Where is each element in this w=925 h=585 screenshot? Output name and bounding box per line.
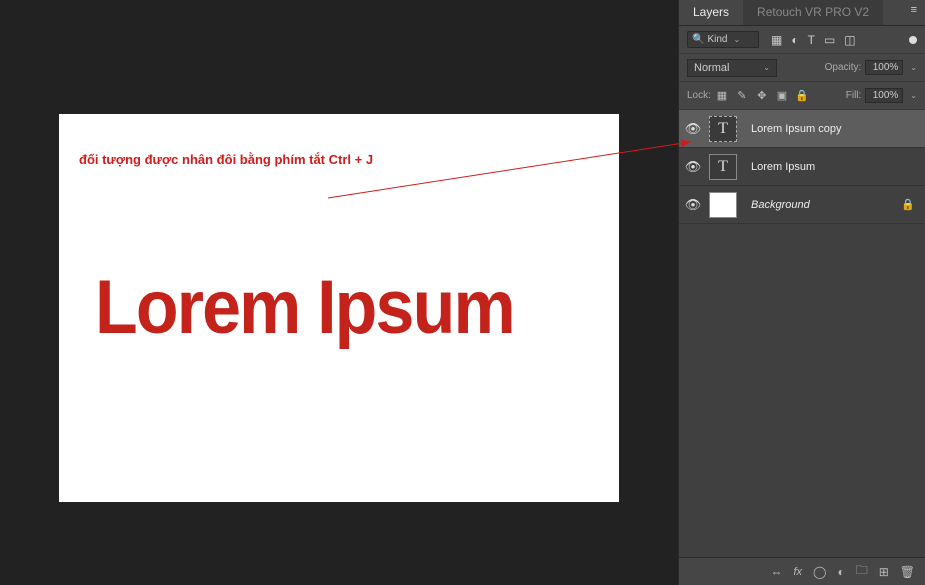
filter-row: 🔍 Kind ⌄ ▦ ◐ T ▭ ◫ — [679, 26, 925, 54]
filter-smart-icon[interactable]: ◫ — [844, 33, 855, 47]
layer-thumbnail[interactable]: T — [709, 154, 737, 180]
delete-icon[interactable]: 🗑 — [900, 565, 915, 579]
layer-item[interactable]: 👁 Background 🔒 — [679, 186, 925, 224]
group-icon[interactable]: 🗀 — [856, 561, 868, 582]
blend-mode-select[interactable]: Normal ⌄ — [687, 59, 777, 77]
fill-input[interactable]: 100% — [865, 88, 903, 103]
filter-toggle[interactable] — [909, 36, 917, 44]
lock-transparency-icon[interactable]: ▦ — [715, 89, 729, 102]
layers-list: 👁 T Lorem Ipsum copy 👁 T Lorem Ipsum 👁 B… — [679, 110, 925, 557]
layer-name[interactable]: Background — [751, 199, 810, 211]
chevron-down-icon: ⌄ — [733, 35, 740, 44]
layers-panel: Layers Retouch VR PRO V2 ≡ 🔍 Kind ⌄ ▦ ◐ … — [678, 0, 925, 585]
search-icon: 🔍 — [692, 34, 704, 45]
blend-row: Normal ⌄ Opacity: 100% ⌄ — [679, 54, 925, 82]
lock-artboard-icon[interactable]: ▣ — [775, 89, 789, 102]
type-icon: T — [718, 158, 728, 176]
chevron-down-icon: ⌄ — [763, 63, 770, 72]
layer-thumbnail[interactable] — [709, 192, 737, 218]
filter-type-icon[interactable]: T — [808, 33, 815, 47]
chevron-down-icon[interactable]: ⌄ — [910, 91, 917, 100]
layer-name[interactable]: Lorem Ipsum copy — [751, 123, 841, 135]
adjustment-icon[interactable]: ◐ — [837, 565, 844, 579]
text-layer-content[interactable]: Lorem Ipsum — [95, 264, 514, 351]
panel-menu-icon[interactable]: ≡ — [903, 0, 925, 25]
new-layer-icon[interactable]: ⊞ — [879, 565, 889, 579]
link-layers-icon[interactable]: ⇔ — [770, 565, 782, 579]
lock-label: Lock: — [687, 90, 711, 101]
opacity-label: Opacity: — [825, 62, 862, 73]
fx-icon[interactable]: fx — [793, 566, 802, 578]
layer-item[interactable]: 👁 T Lorem Ipsum — [679, 148, 925, 186]
filter-pixel-icon[interactable]: ▦ — [771, 33, 782, 47]
visibility-toggle[interactable]: 👁 — [683, 159, 703, 175]
workspace: đối tượng được nhân đôi bằng phím tắt Ct… — [0, 0, 678, 585]
filter-adjust-icon[interactable]: ◐ — [791, 33, 798, 47]
tutorial-annotation: đối tượng được nhân đôi bằng phím tắt Ct… — [79, 152, 373, 167]
document-canvas[interactable]: đối tượng được nhân đôi bằng phím tắt Ct… — [59, 114, 619, 502]
panel-footer: ⇔ fx ◯ ◐ 🗀 ⊞ 🗑 — [679, 557, 925, 585]
visibility-toggle[interactable]: 👁 — [683, 121, 703, 137]
mask-icon[interactable]: ◯ — [813, 565, 826, 579]
tab-retouch[interactable]: Retouch VR PRO V2 — [743, 0, 883, 25]
layer-thumbnail[interactable]: T — [709, 116, 737, 142]
tab-layers[interactable]: Layers — [679, 0, 743, 25]
chevron-down-icon[interactable]: ⌄ — [910, 63, 917, 72]
visibility-toggle[interactable]: 👁 — [683, 197, 703, 213]
panel-tabs: Layers Retouch VR PRO V2 ≡ — [679, 0, 925, 26]
lock-row: Lock: ▦ ✎ ✥ ▣ 🔒 Fill: 100% ⌄ — [679, 82, 925, 110]
filter-shape-icon[interactable]: ▭ — [824, 33, 835, 47]
filter-kind-select[interactable]: 🔍 Kind ⌄ — [687, 31, 759, 48]
lock-pixels-icon[interactable]: ✎ — [735, 89, 749, 102]
opacity-input[interactable]: 100% — [865, 60, 903, 75]
filter-kind-label: Kind — [707, 34, 727, 45]
lock-indicator-icon: 🔒 — [901, 198, 915, 211]
lock-all-icon[interactable]: 🔒 — [795, 89, 809, 102]
blend-mode-value: Normal — [694, 62, 729, 74]
layer-item[interactable]: 👁 T Lorem Ipsum copy — [679, 110, 925, 148]
lock-position-icon[interactable]: ✥ — [755, 89, 769, 102]
type-icon: T — [718, 120, 728, 138]
fill-label: Fill: — [846, 90, 862, 101]
layer-name[interactable]: Lorem Ipsum — [751, 161, 815, 173]
